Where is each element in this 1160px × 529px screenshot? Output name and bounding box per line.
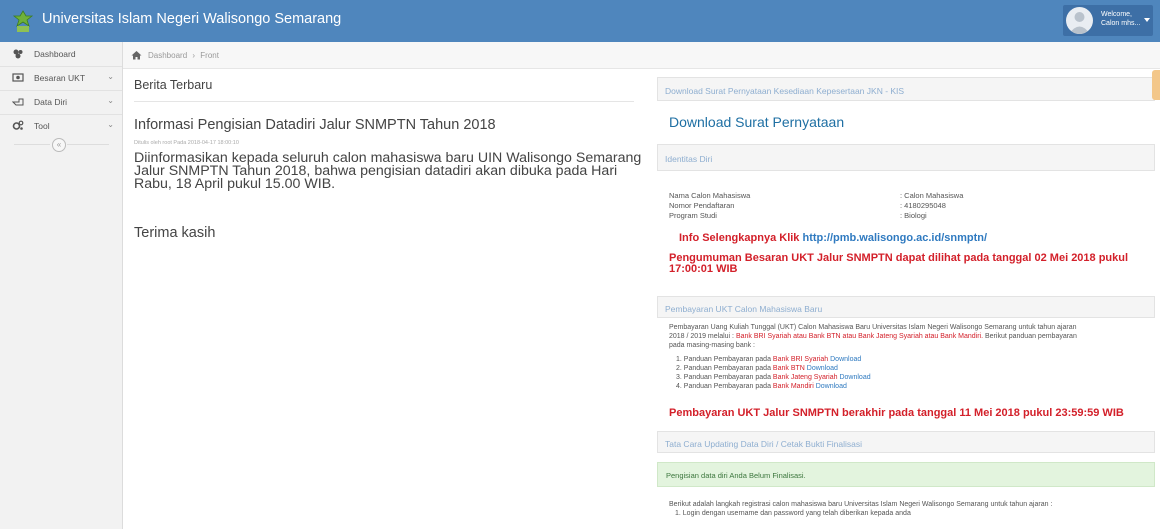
panel-title: Tata Cara Updating Data Diri / Cetak Buk… bbox=[665, 439, 862, 449]
sidebar-item-label: Besaran UKT bbox=[34, 73, 86, 83]
user-menu[interactable]: Welcome, Calon mhs... bbox=[1063, 5, 1153, 36]
chevron-down-icon: ⌄ bbox=[107, 120, 114, 129]
panel-update-header: Tata Cara Updating Data Diri / Cetak Buk… bbox=[657, 431, 1155, 453]
sidebar-item-label: Data Diri bbox=[34, 97, 68, 107]
cogs-icon bbox=[12, 120, 24, 130]
identity-label: Program Studi bbox=[669, 211, 717, 220]
post-title[interactable]: Informasi Pengisian Datadiri Jalur SNMPT… bbox=[134, 117, 496, 133]
chevron-down-icon: ⌄ bbox=[107, 96, 114, 105]
sidebar-item-dashboard[interactable]: Dashboard bbox=[0, 43, 122, 65]
payment-intro: Pembayaran Uang Kuliah Tunggal (UKT) Cal… bbox=[669, 324, 1077, 349]
uin-logo-icon bbox=[12, 10, 34, 32]
scroll-handle[interactable] bbox=[1152, 70, 1160, 100]
list-item: 1. Login dengan username dan password ya… bbox=[675, 510, 911, 517]
panel-title: Identitas Diri bbox=[665, 154, 713, 164]
panel-download-header: Download Surat Pernyataan Kesediaan Kepe… bbox=[657, 77, 1155, 101]
identity-label: Nama Calon Mahasiswa bbox=[669, 191, 751, 200]
list-item: 4. Panduan Pembayaran pada Bank Mandiri … bbox=[676, 383, 847, 390]
list-item: 1. Panduan Pembayaran pada Bank BRI Syar… bbox=[676, 356, 862, 363]
panel-payment-header: Pembayaran UKT Calon Mahasiswa Baru bbox=[657, 296, 1155, 318]
breadcrumb-separator: › bbox=[192, 51, 196, 60]
list-item: 2. Panduan Pembayaran pada Bank BTN Down… bbox=[676, 365, 838, 372]
post-closing: Terima kasih bbox=[134, 225, 216, 241]
bank-list: Bank BRI Syariah atau Bank BTN atau Bank… bbox=[735, 333, 984, 340]
info-prefix: Info Selengkapnya Klik bbox=[679, 232, 800, 244]
divider bbox=[14, 144, 50, 145]
guide-list: 1. Panduan Pembayaran pada Bank BRI Syar… bbox=[676, 355, 871, 391]
breadcrumb: Dashboard › Front bbox=[123, 42, 1160, 69]
download-surat-link[interactable]: Download Surat Pernyataan bbox=[669, 114, 844, 130]
divider bbox=[67, 144, 109, 145]
info-url-link[interactable]: http://pmb.walisongo.ac.id/snmptn/ bbox=[802, 232, 987, 244]
list-item: 3. Panduan Pembayaran pada Bank Jateng S… bbox=[676, 374, 871, 381]
welcome-text: Welcome, Calon mhs... bbox=[1101, 11, 1141, 27]
dashboard-icon bbox=[13, 49, 23, 59]
identity-value: : Biologi bbox=[900, 211, 927, 220]
download-link[interactable]: Download bbox=[816, 383, 847, 390]
panel-title: Pembayaran UKT Calon Mahasiswa Baru bbox=[665, 304, 823, 314]
sidebar-item-label: Dashboard bbox=[34, 49, 76, 59]
caret-down-icon bbox=[1144, 18, 1150, 22]
sidebar-item-tool[interactable]: Tool ⌄ bbox=[0, 115, 122, 137]
post-body: Diinformasikan kepada seluruh calon maha… bbox=[134, 150, 642, 192]
sidebar: Dashboard Besaran UKT ⌄ Data Diri ⌄ Tool… bbox=[0, 42, 123, 529]
identity-label: Nomor Pendaftaran bbox=[669, 201, 735, 210]
money-icon bbox=[12, 73, 24, 82]
app-title[interactable]: Universitas Islam Negeri Walisongo Semar… bbox=[42, 11, 341, 27]
sidebar-item-data-diri[interactable]: Data Diri ⌄ bbox=[0, 91, 122, 113]
download-link[interactable]: Download bbox=[807, 365, 838, 372]
divider bbox=[134, 101, 634, 102]
download-link[interactable]: Download bbox=[839, 374, 870, 381]
avatar bbox=[1066, 7, 1093, 34]
hand-pointer-icon bbox=[12, 98, 24, 106]
sidebar-item-besaran-ukt[interactable]: Besaran UKT ⌄ bbox=[0, 67, 122, 89]
home-icon bbox=[131, 51, 142, 60]
info-line: Info Selengkapnya Klik http://pmb.waliso… bbox=[679, 232, 987, 244]
post-meta: Ditulis oleh root Pada 2018-04-17 18:00:… bbox=[134, 140, 239, 146]
identity-value: : Calon Mahasiswa bbox=[900, 191, 964, 200]
breadcrumb-current: Front bbox=[200, 51, 219, 60]
finalisasi-alert: Pengisian data diri Anda Belum Finalisas… bbox=[657, 462, 1155, 487]
chevron-down-icon: ⌄ bbox=[107, 72, 114, 81]
identity-value: : 4180295048 bbox=[900, 201, 946, 210]
panel-identity-header: Identitas Diri bbox=[657, 144, 1155, 171]
top-navbar: Universitas Islam Negeri Walisongo Semar… bbox=[0, 0, 1160, 42]
download-link[interactable]: Download bbox=[830, 356, 861, 363]
sidebar-item-label: Tool bbox=[34, 121, 50, 131]
payment-deadline: Pembayaran UKT Jalur SNMPTN berakhir pad… bbox=[669, 407, 1124, 419]
ukt-announcement: Pengumuman Besaran UKT Jalur SNMPTN dapa… bbox=[669, 252, 1129, 275]
sidebar-collapse-button[interactable]: « bbox=[52, 138, 66, 152]
breadcrumb-home-link[interactable]: Dashboard bbox=[148, 51, 187, 60]
user-name: Calon mhs... bbox=[1101, 20, 1141, 27]
news-section-title: Berita Terbaru bbox=[134, 78, 213, 92]
panel-title: Download Surat Pernyataan Kesediaan Kepe… bbox=[665, 86, 905, 96]
steps-text: Berikut adalah langkah registrasi calon … bbox=[669, 500, 1155, 518]
